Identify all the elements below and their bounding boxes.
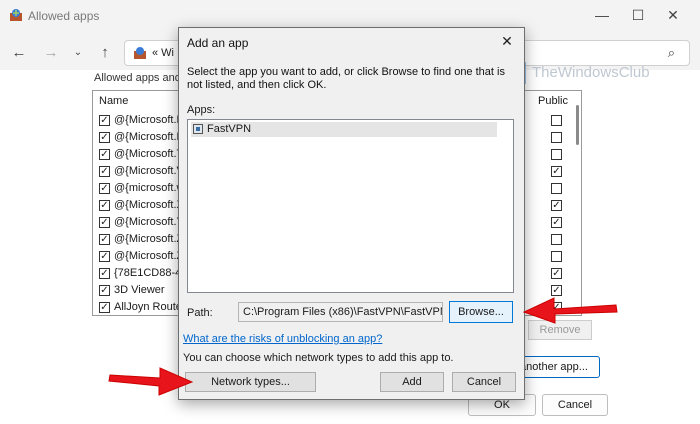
path-label: Path:: [187, 307, 213, 319]
allowed-apps-label: Allowed apps and: [94, 72, 181, 84]
path-field[interactable]: C:\Program Files (x86)\FastVPN\FastVPN.e…: [238, 302, 443, 322]
close-icon[interactable]: ✕: [498, 32, 516, 50]
row-enabled-checkbox[interactable]: ✓: [99, 285, 110, 296]
dialog-cancel-button[interactable]: Cancel: [452, 372, 516, 392]
risks-help-link[interactable]: What are the risks of unblocking an app?: [183, 333, 382, 345]
browse-button[interactable]: Browse...: [449, 301, 513, 323]
column-header-public[interactable]: Public: [538, 95, 568, 107]
row-enabled-checkbox[interactable]: ✓: [99, 200, 110, 211]
row-public-checkbox[interactable]: [551, 234, 562, 245]
maximize-icon[interactable]: ☐: [627, 6, 649, 24]
application-icon: [193, 124, 203, 134]
row-app-name: @{Microsoft.T: [114, 148, 184, 160]
row-enabled-checkbox[interactable]: ✓: [99, 149, 110, 160]
add-app-dialog: Add an app ✕ Select the app you want to …: [178, 27, 525, 400]
firewall-app-icon: [10, 9, 22, 21]
row-public-checkbox[interactable]: ✓: [551, 200, 562, 211]
row-public-checkbox[interactable]: [551, 183, 562, 194]
row-app-name: AllJoyn Route: [114, 301, 182, 313]
row-enabled-checkbox[interactable]: ✓: [99, 268, 110, 279]
row-enabled-checkbox[interactable]: ✓: [99, 234, 110, 245]
column-header-name[interactable]: Name: [99, 95, 128, 107]
row-app-name: @{Microsoft.Z: [114, 250, 184, 262]
row-public-checkbox[interactable]: [551, 115, 562, 126]
watermark-text: TheWindowsClub: [532, 64, 650, 81]
row-app-name: @{Microsoft.V: [114, 165, 184, 177]
row-enabled-checkbox[interactable]: ✓: [99, 302, 110, 313]
dialog-title: Add an app: [187, 36, 249, 50]
row-app-name: @{Microsoft.X: [114, 199, 184, 211]
row-app-name: @{microsoft.w: [114, 182, 185, 194]
row-enabled-checkbox[interactable]: ✓: [99, 183, 110, 194]
row-enabled-checkbox[interactable]: ✓: [99, 132, 110, 143]
close-window-icon[interactable]: ✕: [662, 6, 684, 24]
row-public-checkbox[interactable]: [551, 132, 562, 143]
watermark: TheWindowsClub: [502, 60, 692, 86]
annotation-arrow-network-types: [108, 367, 194, 396]
search-icon[interactable]: ⌕: [668, 45, 675, 61]
row-public-checkbox[interactable]: ✓: [551, 268, 562, 279]
app-item-label: FastVPN: [207, 123, 252, 135]
cancel-button[interactable]: Cancel: [542, 394, 608, 416]
app-item-fastvpn[interactable]: FastVPN: [191, 122, 497, 137]
network-types-info: You can choose which network types to ad…: [183, 352, 454, 364]
row-app-name: 3D Viewer: [114, 284, 165, 296]
dialog-description: Select the app you want to add, or click…: [187, 66, 505, 91]
forward-arrow-icon[interactable]: →: [42, 44, 60, 62]
row-enabled-checkbox[interactable]: ✓: [99, 217, 110, 228]
annotation-arrow-browse: [522, 297, 618, 324]
add-button[interactable]: Add: [380, 372, 444, 392]
minimize-icon[interactable]: —: [591, 6, 613, 24]
row-public-checkbox[interactable]: [551, 149, 562, 160]
row-app-name: @{Microsoft.D: [114, 114, 185, 126]
network-types-button[interactable]: Network types...: [185, 372, 316, 392]
address-text: « Wi: [152, 47, 174, 59]
list-scrollbar[interactable]: [575, 91, 581, 315]
back-arrow-icon[interactable]: ←: [10, 44, 28, 62]
row-app-name: @{Microsoft.M: [114, 131, 186, 143]
control-panel-icon: [134, 47, 146, 59]
scrollbar-thumb[interactable]: [576, 105, 579, 145]
window-title: Allowed apps: [28, 9, 100, 23]
row-public-checkbox[interactable]: ✓: [551, 166, 562, 177]
up-arrow-icon[interactable]: ↑: [96, 44, 114, 62]
apps-label: Apps:: [187, 104, 216, 116]
row-public-checkbox[interactable]: ✓: [551, 217, 562, 228]
apps-list[interactable]: FastVPN: [187, 119, 514, 293]
row-enabled-checkbox[interactable]: ✓: [99, 166, 110, 177]
row-enabled-checkbox[interactable]: ✓: [99, 115, 110, 126]
row-enabled-checkbox[interactable]: ✓: [99, 251, 110, 262]
row-public-checkbox[interactable]: [551, 251, 562, 262]
recent-locations-chevron-icon[interactable]: ⌄: [69, 44, 87, 62]
row-app-name: {78E1CD88-49: [114, 267, 188, 279]
row-app-name: @{Microsoft.Z: [114, 233, 184, 245]
row-app-name: @{Microsoft.Y: [114, 216, 184, 228]
